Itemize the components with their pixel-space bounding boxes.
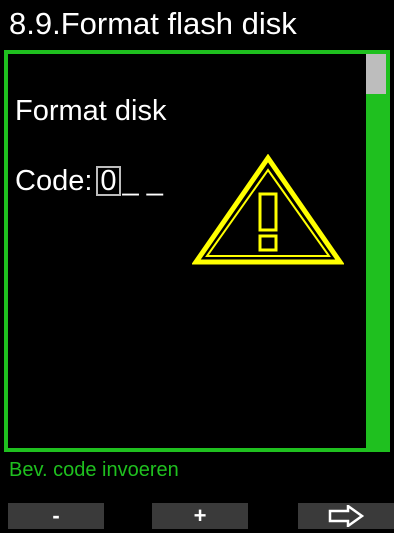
code-entry-row: Code: 0 _ _ (15, 164, 163, 198)
code-remaining-digits: _ _ (122, 165, 163, 197)
page-title: 8.9.Format flash disk (9, 6, 297, 41)
arrow-right-icon (328, 503, 365, 529)
code-label: Code: (15, 165, 93, 197)
code-digit-input[interactable]: 0 (96, 166, 121, 196)
plus-button[interactable]: + (152, 503, 248, 529)
minus-button[interactable]: - (8, 503, 104, 529)
status-hint: Bev. code invoeren (9, 459, 179, 481)
softkey-bar: - + (0, 494, 394, 529)
format-disk-heading: Format disk (15, 95, 167, 127)
title-bar: 8.9.Format flash disk (0, 0, 394, 48)
next-button[interactable] (298, 503, 394, 529)
content-panel: Format disk Code: 0 _ _ (4, 50, 390, 452)
scrollbar[interactable] (366, 54, 386, 448)
scrollbar-thumb[interactable] (366, 54, 386, 94)
warning-triangle-icon (192, 154, 344, 265)
